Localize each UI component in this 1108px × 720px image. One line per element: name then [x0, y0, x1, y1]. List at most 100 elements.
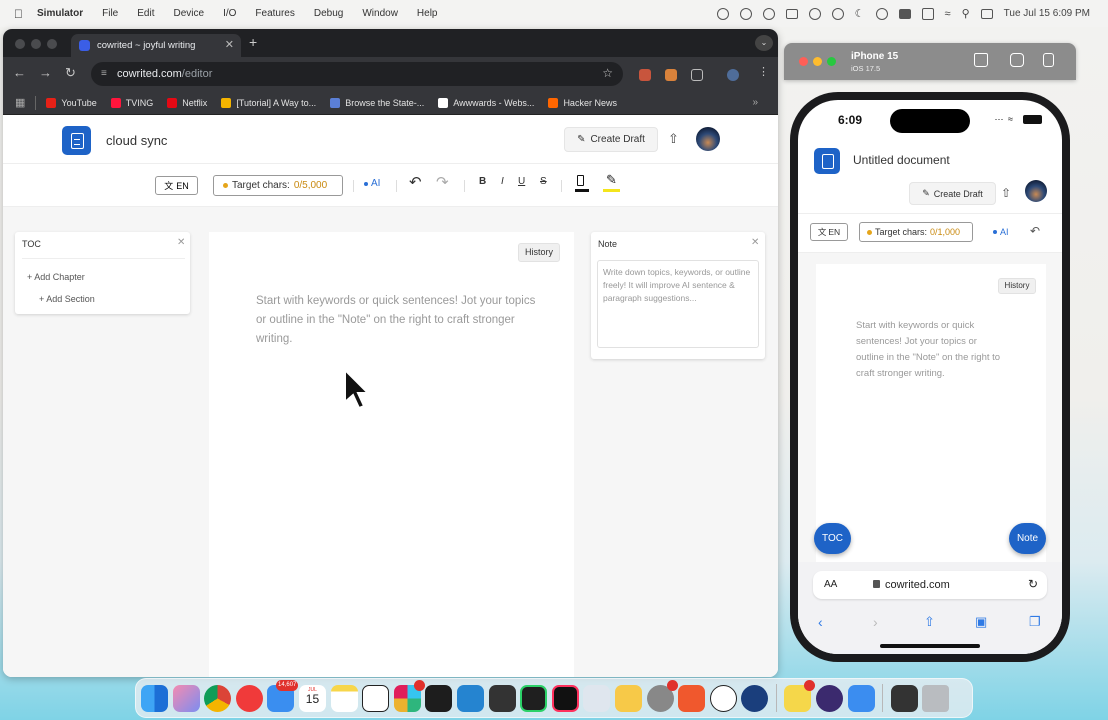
target-chars-button[interactable]: Target chars: 0/5,000: [213, 175, 343, 196]
apps-grid-icon[interactable]: ▦: [15, 96, 25, 109]
postgres-icon[interactable]: [583, 684, 611, 712]
safari-share-icon[interactable]: ⇧: [924, 614, 935, 630]
bookmark-state-of-art[interactable]: Browse the State-...: [330, 97, 424, 108]
window-close-button[interactable]: [15, 39, 25, 49]
youtube-music-icon[interactable]: [235, 684, 263, 712]
new-tab-icon[interactable]: +: [249, 34, 257, 50]
browser-tab-active[interactable]: cowrited ~ joyful writing ✕: [71, 34, 241, 57]
window-minimize-button[interactable]: [31, 39, 41, 49]
menu-device[interactable]: Device: [173, 8, 204, 19]
toc-close-icon[interactable]: ✕: [177, 237, 185, 248]
wifi-icon[interactable]: ≈: [945, 8, 951, 20]
add-chapter-button[interactable]: + Add Chapter: [27, 272, 85, 282]
sequel-icon[interactable]: [614, 684, 642, 712]
redo-icon[interactable]: ↷: [436, 173, 449, 191]
screen-recorder-icon[interactable]: [816, 684, 844, 712]
bookmark-awwwards[interactable]: Awwwards - Webs...: [438, 97, 534, 108]
safari-back-icon[interactable]: ‹: [818, 614, 823, 630]
intellij-icon[interactable]: [551, 684, 579, 712]
play-icon[interactable]: [875, 7, 888, 20]
menu-features[interactable]: Features: [255, 8, 294, 19]
status-gear-icon[interactable]: [808, 7, 821, 20]
mail-icon[interactable]: 14,607: [267, 679, 299, 712]
menu-window[interactable]: Window: [362, 8, 398, 19]
menu-edit[interactable]: Edit: [137, 8, 154, 19]
slack-icon[interactable]: [393, 679, 425, 712]
profile-avatar-icon[interactable]: [727, 69, 739, 81]
downloads-icon[interactable]: [890, 684, 918, 712]
undo-icon[interactable]: ↶: [409, 173, 422, 191]
strikethrough-button[interactable]: S: [540, 176, 547, 187]
menu-debug[interactable]: Debug: [314, 8, 343, 19]
phone-language-button[interactable]: 文 EN: [810, 223, 848, 241]
user-avatar[interactable]: [696, 127, 720, 151]
phone-cloud-upload-icon[interactable]: ⇧: [1001, 186, 1011, 200]
bookmark-hacker-news[interactable]: Hacker News: [548, 97, 617, 108]
menu-app-name[interactable]: Simulator: [37, 8, 83, 19]
launchpad-icon[interactable]: [172, 684, 200, 712]
display-icon[interactable]: [921, 7, 934, 20]
trash-icon[interactable]: [922, 684, 950, 712]
bookmark-tving[interactable]: TVING: [110, 97, 153, 108]
notion-icon[interactable]: [362, 684, 390, 712]
phone-toc-button[interactable]: TOC: [814, 523, 851, 554]
text-size-button[interactable]: AA: [824, 579, 837, 590]
extensions-puzzle-icon[interactable]: [691, 69, 703, 81]
safari-reload-icon[interactable]: ↻: [1028, 577, 1038, 591]
bookmark-tutorial[interactable]: [Tutorial] A Way to...: [221, 97, 316, 108]
extension-icon-2[interactable]: [665, 69, 677, 81]
phone-note-button[interactable]: Note: [1009, 523, 1046, 554]
system-settings-icon[interactable]: [646, 679, 678, 712]
chatgpt-icon[interactable]: [709, 684, 737, 712]
sim-zoom-button[interactable]: [827, 57, 836, 66]
phone-editor-canvas[interactable]: History Start with keywords or quick sen…: [816, 264, 1046, 571]
control-center-icon[interactable]: [980, 8, 993, 19]
phone-ai-toggle[interactable]: AI: [993, 227, 1009, 237]
site-info-icon[interactable]: ≡: [101, 68, 107, 79]
history-button[interactable]: History: [518, 243, 560, 262]
menu-io[interactable]: I/O: [223, 8, 236, 19]
phone-document-title[interactable]: Untitled document: [853, 153, 950, 167]
tab-search-chevron-icon[interactable]: ⌄: [755, 35, 773, 51]
ai-toggle[interactable]: AI: [364, 178, 380, 189]
menu-file[interactable]: File: [102, 8, 118, 19]
text-input-icon[interactable]: [898, 8, 911, 19]
cursor-app-icon[interactable]: [488, 684, 516, 712]
editor-placeholder[interactable]: Start with keywords or quick sentences! …: [256, 292, 536, 349]
safari-bookmarks-icon[interactable]: ▣: [975, 614, 987, 630]
vscode-icon[interactable]: [456, 684, 484, 712]
moon-icon[interactable]: ☾: [855, 7, 865, 20]
notes-icon[interactable]: [330, 684, 358, 712]
phone-create-draft-button[interactable]: ✎ Create Draft: [909, 182, 996, 205]
create-draft-button[interactable]: ✎ Create Draft: [564, 127, 658, 152]
apple-icon[interactable]: : [14, 7, 23, 21]
editor-canvas[interactable]: History Start with keywords or quick sen…: [209, 232, 574, 677]
back-arrow-icon[interactable]: ←: [13, 65, 26, 80]
highlight-icon[interactable]: ✎: [603, 172, 621, 192]
bookmark-youtube[interactable]: YouTube: [46, 97, 97, 108]
phone-document-icon[interactable]: [814, 148, 840, 174]
pycharm-icon[interactable]: [520, 684, 548, 712]
phone-target-chars-button[interactable]: Target chars: 0/1,000: [859, 222, 973, 242]
browser-menu-icon[interactable]: ⋮: [758, 65, 769, 78]
kakaotalk-icon[interactable]: [784, 679, 816, 712]
screenshot-icon[interactable]: [1010, 53, 1024, 67]
sim-minimize-button[interactable]: [813, 57, 822, 66]
notion-status-icon[interactable]: [785, 8, 798, 19]
search-icon[interactable]: ⚲: [962, 7, 970, 20]
status-sync-icon[interactable]: [762, 7, 775, 20]
extension-icon-1[interactable]: [639, 69, 651, 81]
bookmark-netflix[interactable]: Netflix: [167, 97, 207, 108]
rotate-icon[interactable]: [1043, 53, 1054, 67]
underline-button[interactable]: U: [518, 176, 525, 187]
note-textarea[interactable]: Write down topics, keywords, or outline …: [597, 260, 759, 348]
tab-close-icon[interactable]: ✕: [225, 38, 234, 51]
chrome-icon[interactable]: [204, 684, 232, 712]
status-cloud-icon[interactable]: [831, 7, 844, 20]
menu-help[interactable]: Help: [417, 8, 438, 19]
text-color-icon[interactable]: [575, 174, 589, 192]
safari-tabs-icon[interactable]: ❐: [1029, 614, 1041, 630]
sim-close-button[interactable]: [799, 57, 808, 66]
window-zoom-button[interactable]: [47, 39, 57, 49]
forward-arrow-icon[interactable]: →: [39, 65, 52, 80]
